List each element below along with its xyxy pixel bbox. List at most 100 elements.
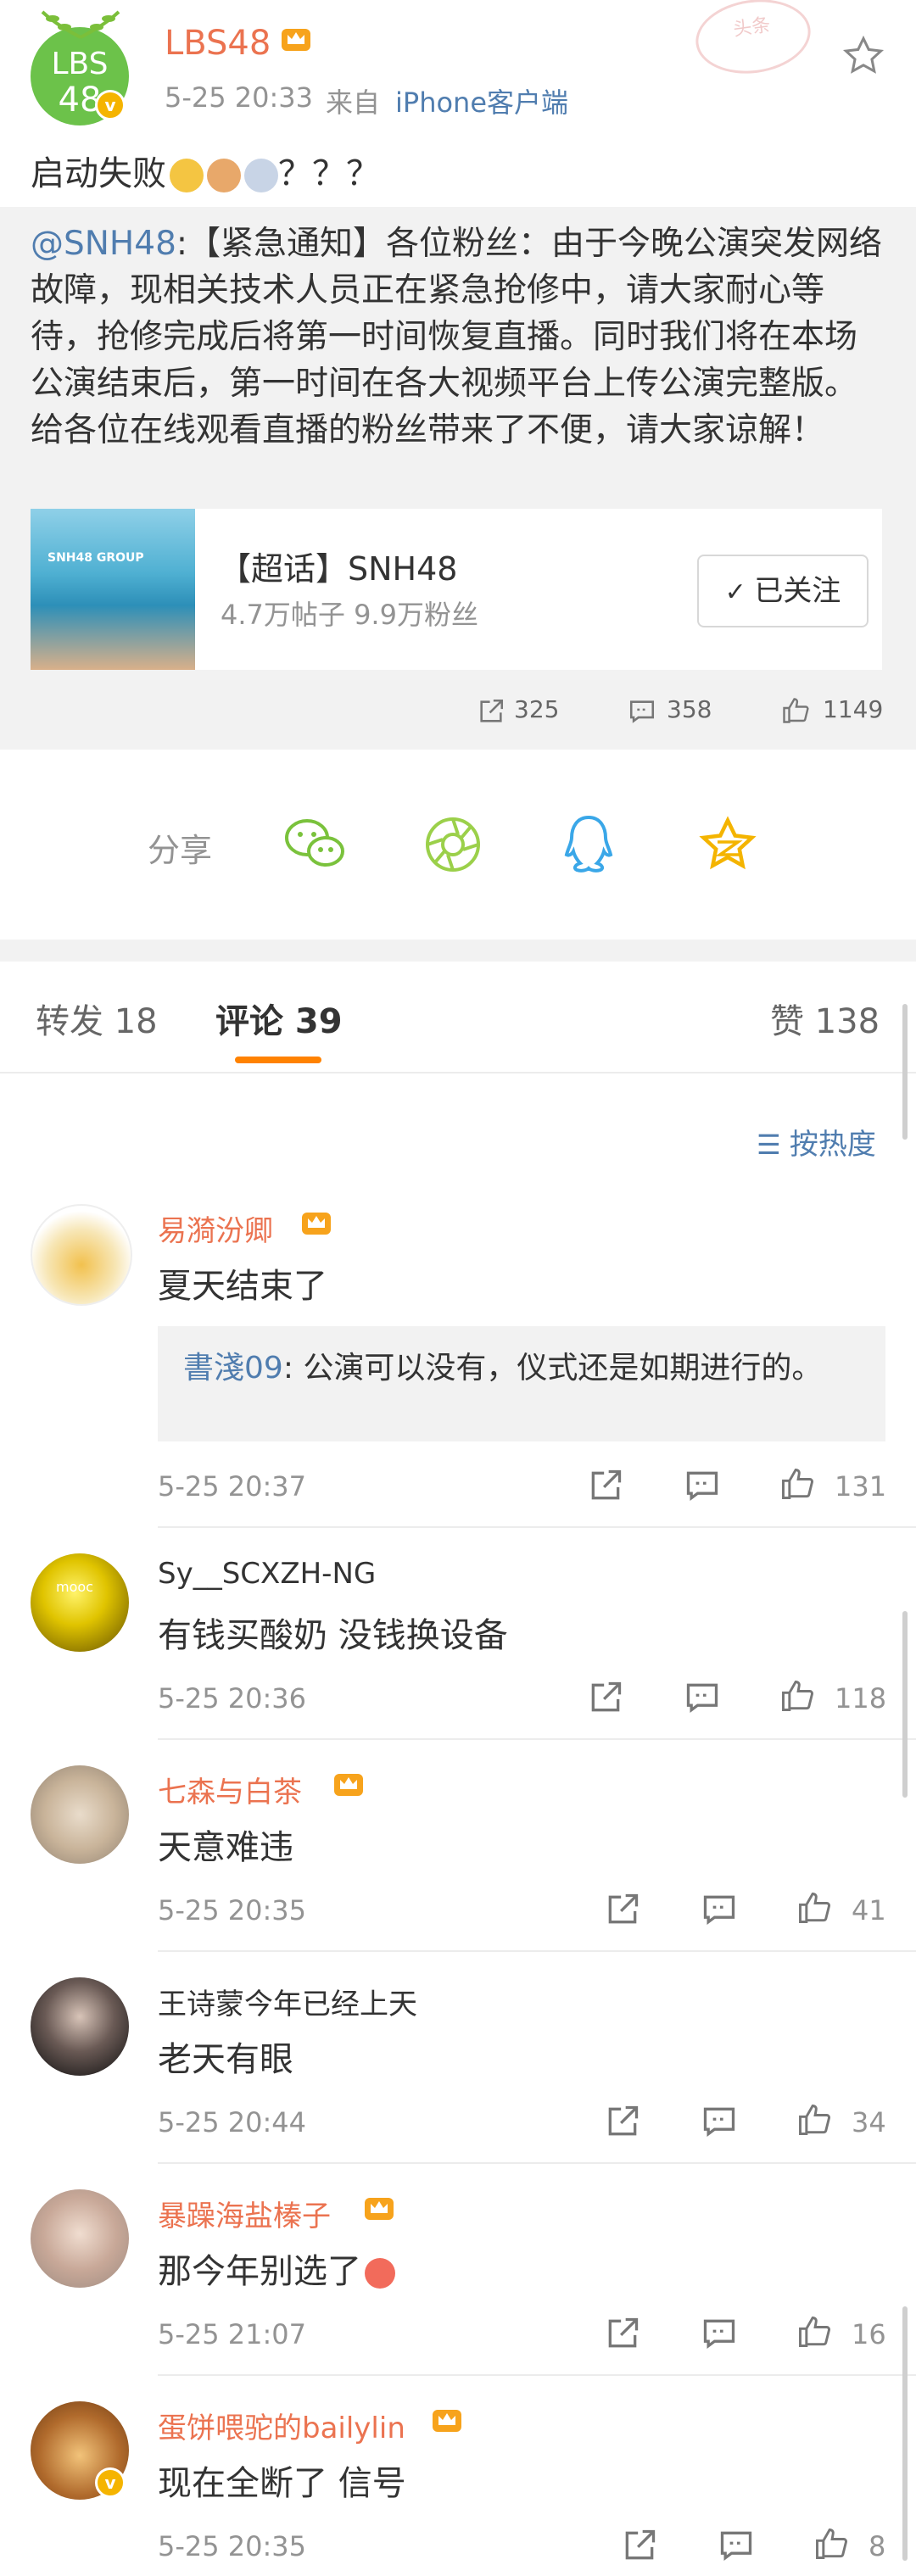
post-text: 启动失败？？？ <box>31 154 380 193</box>
emoji-cat-icon <box>207 159 241 192</box>
qzone-icon[interactable] <box>697 814 758 875</box>
comment-divider <box>158 2162 916 2164</box>
supertopic-image: SNH48 GROUP <box>31 509 195 670</box>
share-icon[interactable] <box>604 2315 641 2352</box>
vip-crown-icon <box>433 2410 461 2432</box>
like-icon[interactable] <box>796 1889 833 1926</box>
like-count: 1149 <box>823 695 884 723</box>
commenter-name[interactable]: Sy__SCXZH-NG <box>158 1557 376 1591</box>
post-time: 5-25 20:33 <box>165 81 314 114</box>
post-source[interactable]: iPhone客户端 <box>395 81 568 120</box>
comment-divider <box>158 1526 916 1528</box>
commenter-name[interactable]: 易漪汾卿 <box>158 1207 273 1249</box>
reply-icon[interactable] <box>684 1679 721 1716</box>
tab-active-indicator <box>235 1057 321 1063</box>
comment-divider <box>158 1738 916 1740</box>
comment-text: 夏天结束了 <box>158 1267 327 1306</box>
wechat-icon[interactable] <box>283 814 348 873</box>
qq-icon[interactable] <box>561 814 616 875</box>
repost-count: 325 <box>514 695 560 723</box>
reply-text: 書淺09: 公演可以没有，仪式还是如期进行的。 <box>183 1351 823 1386</box>
like-icon[interactable] <box>813 2525 850 2562</box>
vip-crown-icon <box>282 29 310 51</box>
comment-text: 老天有眼 <box>158 2040 293 2079</box>
reply-icon[interactable] <box>701 2315 738 2352</box>
comment-text: 有钱买酸奶 没钱换设备 <box>158 1616 508 1655</box>
supertopic-stats: 4.7万帖子 9.9万粉丝 <box>221 599 478 631</box>
emoji-dog-icon <box>170 159 204 192</box>
repost-icon[interactable] <box>477 697 505 726</box>
follow-button[interactable]: ✓ 已关注 <box>697 555 869 627</box>
sort-icon: ☰ <box>757 1129 790 1161</box>
section-divider <box>0 940 916 962</box>
share-icon[interactable] <box>621 2527 658 2564</box>
tab-like[interactable]: 赞 138 <box>770 994 880 1043</box>
star-icon[interactable] <box>841 34 885 78</box>
vip-crown-icon <box>365 2198 394 2220</box>
share-icon[interactable] <box>587 1679 624 1716</box>
repost-mention[interactable]: @SNH48 <box>31 225 176 263</box>
comment-divider <box>158 2374 916 2376</box>
tab-repost[interactable]: 转发 18 <box>36 994 158 1043</box>
comment-time: 5-25 20:36 <box>158 1682 307 1715</box>
commenter-avatar[interactable] <box>31 1204 132 1306</box>
scrollbar-thumb[interactable] <box>902 2306 908 2561</box>
share-label: 分享 <box>148 832 213 869</box>
vip-crown-icon <box>302 1213 331 1235</box>
verified-badge-icon: v <box>95 2467 126 2498</box>
comment-text: 那今年别选了 <box>158 2244 395 2293</box>
comment-text: 现在全断了 信号 <box>158 2464 406 2503</box>
commenter-name[interactable]: 王诗蒙今年已经上天 <box>158 1981 417 2022</box>
commenter-avatar[interactable]: mooc <box>31 1553 129 1652</box>
emoji-doge-icon <box>244 159 278 192</box>
like-icon[interactable] <box>796 2313 833 2350</box>
verified-badge-icon: v <box>95 90 126 120</box>
scrollbar-thumb[interactable] <box>902 1611 908 1798</box>
commenter-name[interactable]: 蛋饼喂驼的bailylin <box>158 2405 405 2446</box>
commenter-name[interactable]: 七森与白茶 <box>158 1769 302 1810</box>
share-icon[interactable] <box>604 1891 641 1928</box>
sort-by-hot-button[interactable]: ☰ 按热度 <box>757 1121 876 1163</box>
tab-comment[interactable]: 评论 39 <box>215 994 343 1043</box>
like-icon[interactable] <box>779 1677 816 1715</box>
comment-like-count: 118 <box>835 1682 887 1715</box>
commenter-name[interactable]: 暴躁海盐榛子 <box>158 2193 331 2234</box>
tabs-divider <box>0 1072 916 1073</box>
commenter-avatar[interactable] <box>31 1977 129 2076</box>
reply-icon[interactable] <box>701 1891 738 1928</box>
reply-icon[interactable] <box>718 2527 755 2564</box>
moments-icon[interactable] <box>424 816 482 873</box>
comment-like-count: 131 <box>835 1470 887 1503</box>
comment-like-count: 8 <box>869 2530 886 2562</box>
comment-like-count: 16 <box>852 2318 886 2350</box>
comment-time: 5-25 20:35 <box>158 2530 307 2562</box>
comment-time: 5-25 20:44 <box>158 2106 307 2138</box>
repost-text: @SNH48:【紧急通知】各位粉丝：由于今晚公演突发网络故障，现相关技术人员正在… <box>31 225 883 449</box>
comment-like-count: 41 <box>852 1894 886 1926</box>
reply-user[interactable]: 書淺09 <box>183 1351 283 1386</box>
like-icon[interactable] <box>780 695 811 726</box>
share-icon[interactable] <box>587 1467 624 1504</box>
comment-divider <box>158 1950 916 1952</box>
share-icon[interactable] <box>604 2103 641 2140</box>
supertopic-title: 【超话】SNH48 <box>219 550 458 588</box>
headline-stamp: 头条 <box>690 0 816 81</box>
author-name[interactable]: LBS48 <box>165 24 271 63</box>
emoji-face-icon <box>365 2258 395 2289</box>
like-icon[interactable] <box>779 1465 816 1503</box>
vip-crown-icon <box>334 1774 363 1796</box>
comment-time: 5-25 20:37 <box>158 1470 307 1503</box>
comment-icon[interactable] <box>628 697 656 726</box>
laurel-icon <box>41 10 120 39</box>
comment-text: 天意难违 <box>158 1828 293 1867</box>
comment-like-count: 34 <box>852 2106 886 2138</box>
comment-time: 5-25 21:07 <box>158 2318 307 2350</box>
reply-icon[interactable] <box>684 1467 721 1504</box>
commenter-avatar[interactable] <box>31 1765 129 1864</box>
commenter-avatar[interactable] <box>31 2189 129 2288</box>
reply-icon[interactable] <box>701 2103 738 2140</box>
comment-count: 358 <box>667 695 712 723</box>
scrollbar-thumb[interactable] <box>902 1004 908 1140</box>
like-icon[interactable] <box>796 2101 833 2138</box>
check-icon: ✓ <box>724 577 755 607</box>
